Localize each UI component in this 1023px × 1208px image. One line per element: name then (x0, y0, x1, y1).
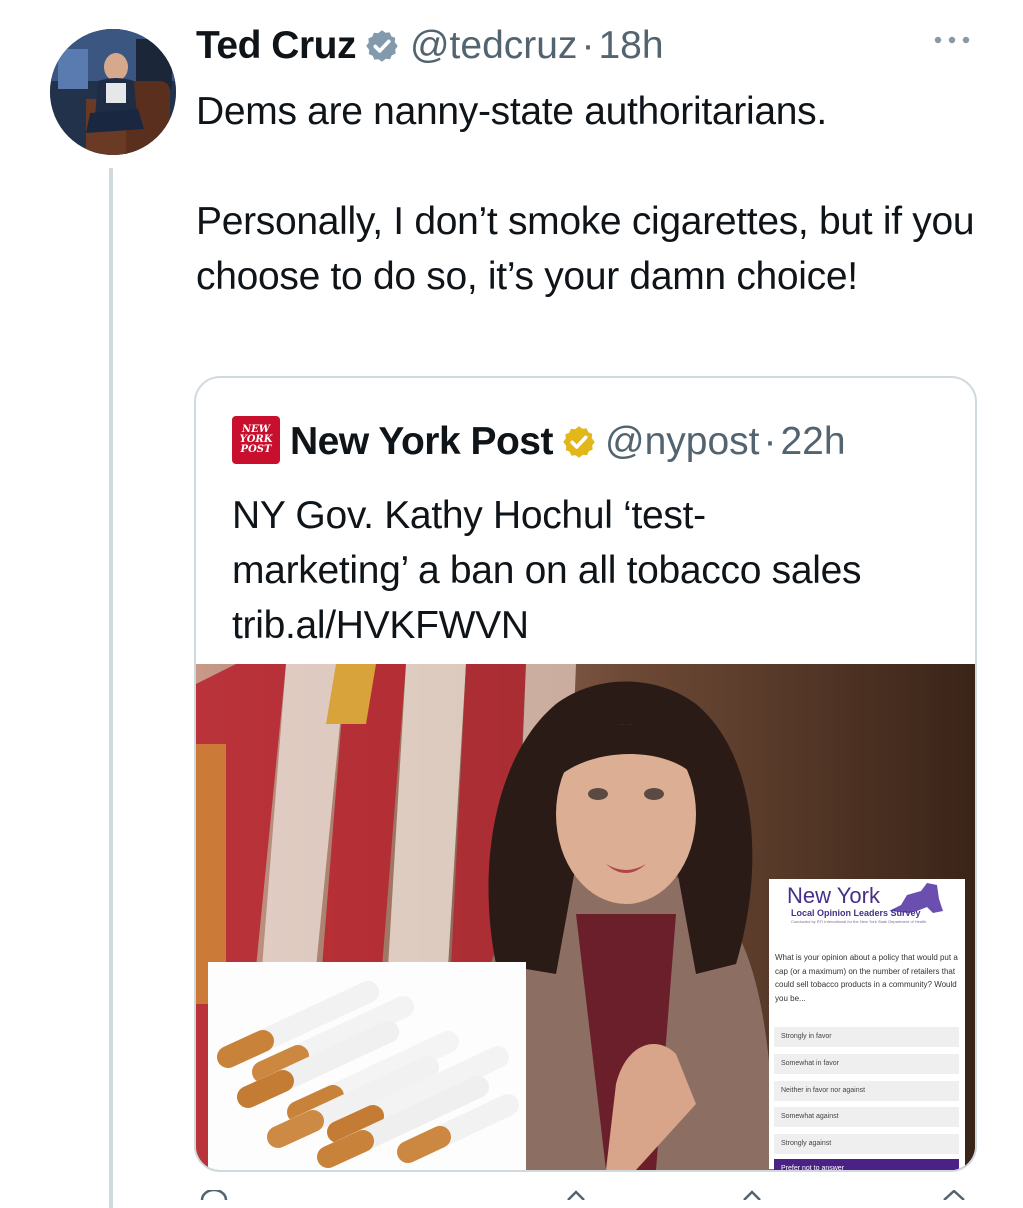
logo-line: POST (240, 444, 272, 455)
survey-title: New York (787, 883, 880, 908)
like-icon (743, 1190, 761, 1200)
gold-verified-badge-icon (563, 426, 595, 458)
survey-option: Strongly against (774, 1134, 959, 1154)
tweet-header: Ted Cruz @tedcruz · 18h (196, 24, 664, 68)
quoted-author-name[interactable]: New York Post (290, 420, 553, 464)
cigarettes-image (208, 962, 526, 1170)
survey-subtitle: Local Opinion Leaders Survey (791, 908, 921, 918)
quoted-tweet-time[interactable]: 22h (780, 420, 845, 464)
verified-badge-icon (366, 30, 398, 62)
quoted-tweet-header: NEW YORK POST New York Post @nypost · 22… (232, 416, 846, 466)
quoted-tweet-card[interactable]: NEW YORK POST New York Post @nypost · 22… (194, 376, 977, 1172)
nypost-logo[interactable]: NEW YORK POST (232, 416, 280, 464)
author-name[interactable]: Ted Cruz (196, 24, 356, 68)
retweet-icon (567, 1190, 585, 1200)
author-handle[interactable]: @tedcruz (410, 24, 577, 68)
survey-question: What is your opinion about a policy that… (775, 953, 958, 1003)
avatar-image (50, 29, 176, 155)
tweet-time[interactable]: 18h (598, 24, 663, 68)
survey-option: Neither in favor nor against (774, 1081, 959, 1101)
separator-dot: · (763, 420, 777, 463)
survey-option: Somewhat in favor (774, 1054, 959, 1074)
more-dots-icon[interactable] (930, 30, 974, 50)
share-icon (943, 1190, 965, 1200)
tweet-text: Dems are nanny-state authoritarians. Per… (196, 84, 986, 304)
survey-option-selected: Prefer not to answer (774, 1159, 959, 1170)
thread-line (109, 168, 113, 1208)
survey-option: Strongly in favor (774, 1027, 959, 1047)
reply-icon (200, 1190, 228, 1200)
quoted-tweet-text: NY Gov. Kathy Hochul ‘test-marketing’ a … (232, 494, 862, 647)
tweet-paragraph: Personally, I don’t smoke cigarettes, bu… (196, 200, 975, 298)
tweet-action-bar (200, 1190, 965, 1200)
survey-panel: New York Local Opinion Leaders Survey Co… (769, 879, 965, 1170)
quoted-author-handle[interactable]: @nypost (605, 420, 760, 464)
quoted-tweet-media[interactable]: New York Local Opinion Leaders Survey Co… (196, 664, 975, 1170)
survey-fine-print: Conducted by RTI International for the N… (791, 919, 927, 924)
survey-option: Somewhat against (774, 1107, 959, 1127)
cigarettes-illustration (208, 962, 526, 1170)
separator-dot: · (581, 24, 595, 67)
avatar[interactable] (50, 29, 176, 155)
tweet-paragraph: Dems are nanny-state authoritarians. (196, 90, 827, 133)
